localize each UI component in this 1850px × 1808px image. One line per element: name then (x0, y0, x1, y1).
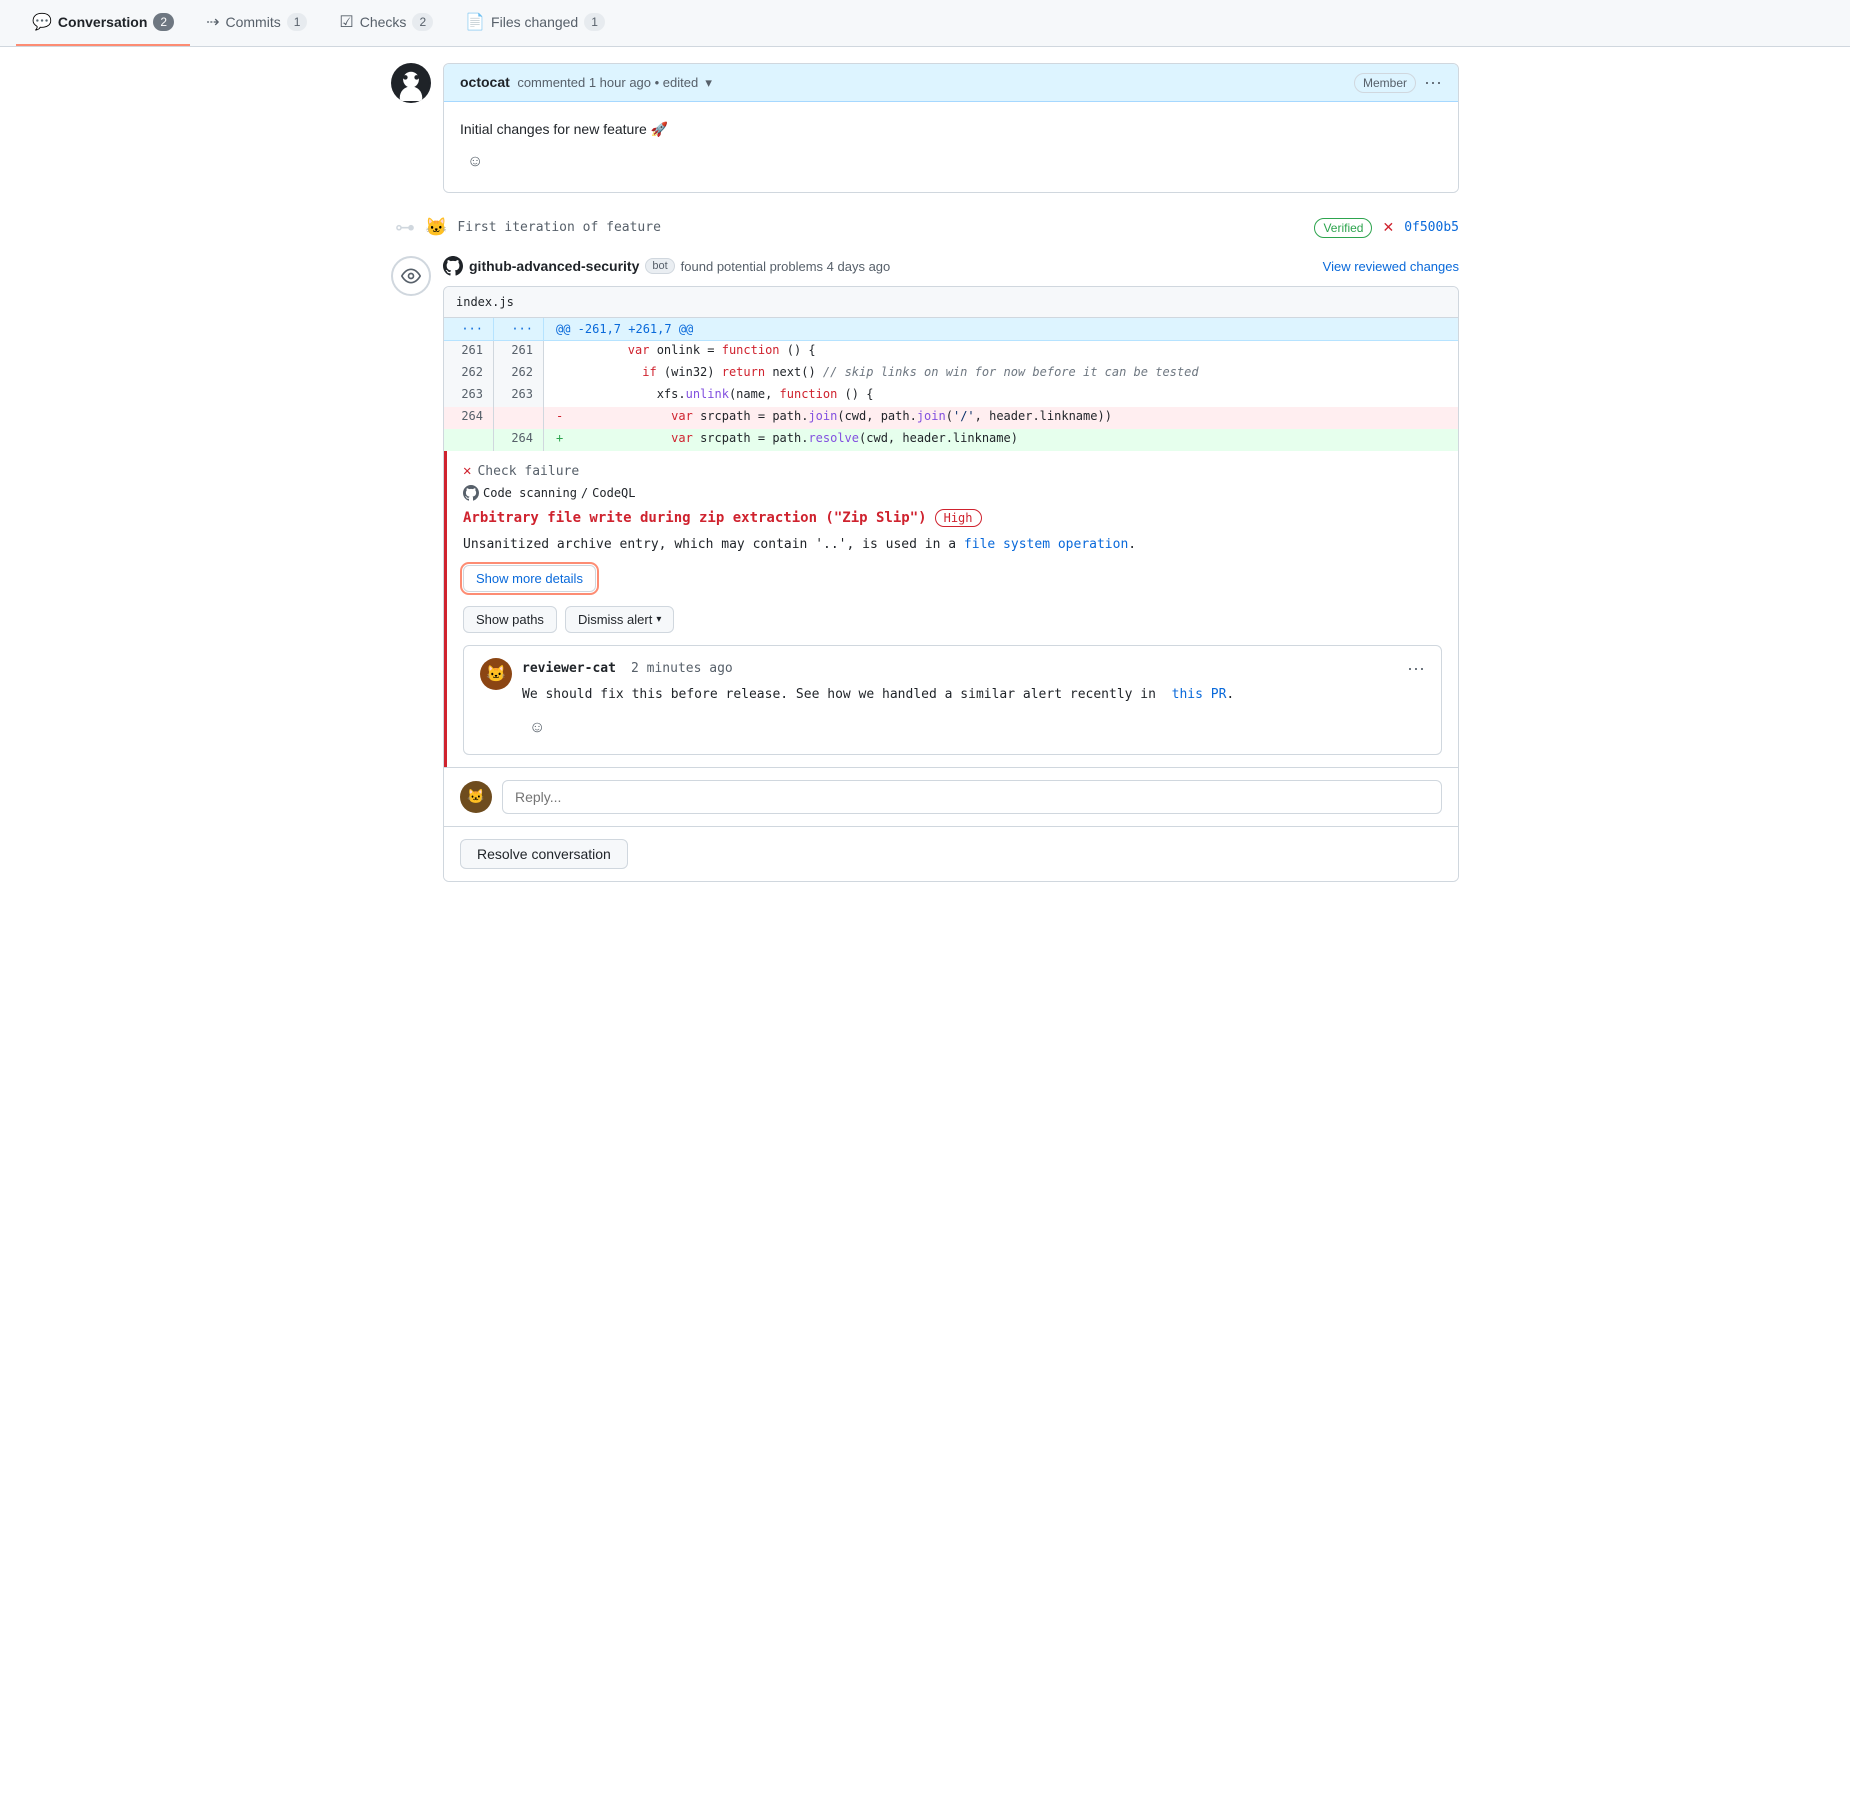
alert-desc-text: Unsanitized archive entry, which may con… (463, 537, 956, 552)
emoji-reaction-button[interactable]: ☺ (460, 148, 490, 176)
resolve-wrapper: Resolve conversation (444, 826, 1458, 881)
comment-1-more-button[interactable]: ··· (1424, 72, 1442, 93)
timeline: octocat commented 1 hour ago • edited ▾ … (391, 63, 1459, 898)
tab-checks-label: Checks (360, 14, 407, 30)
reviewer-time: 2 minutes ago (623, 661, 733, 676)
bot-meta: github-advanced-security bot found poten… (443, 256, 1317, 276)
alert-title-text: Arbitrary file write during zip extracti… (463, 510, 927, 526)
diff-hunk-ln2: ··· (494, 318, 544, 340)
resolve-conversation-button[interactable]: Resolve conversation (460, 839, 628, 869)
comment-1-actions: Member ··· (1354, 72, 1442, 93)
tab-conversation-badge: 2 (153, 13, 174, 31)
reviewer-name: reviewer-cat (522, 661, 616, 676)
diff-hunk-ln1: ··· (444, 318, 494, 340)
check-failure-x-icon: ✕ (463, 463, 471, 479)
dismiss-alert-button[interactable]: Dismiss alert ▾ (565, 606, 674, 633)
bot-header: github-advanced-security bot found poten… (443, 256, 1459, 276)
code-scanning-sub: CodeQL (592, 486, 635, 500)
github-logo-icon (443, 256, 463, 276)
comment-1-body: Initial changes for new feature 🚀 ☺ (444, 102, 1458, 192)
diff-line-261: 261 261 var onlink = function () { (444, 341, 1458, 363)
diff-hunk-header: ··· ··· @@ -261,7 +261,7 @@ (444, 318, 1458, 341)
code-scanning-label: Code scanning (483, 486, 577, 500)
diff-hunk-code: @@ -261,7 +261,7 @@ (544, 318, 705, 340)
alert-description: Unsanitized archive entry, which may con… (463, 535, 1442, 555)
files-changed-icon: 📄 (465, 12, 485, 32)
reviewer-emoji-button[interactable]: ☺ (522, 714, 552, 742)
commit-row: ⊶ 🐱 First iteration of feature Verified … (395, 209, 1459, 256)
bot-section: github-advanced-security bot found poten… (391, 256, 1459, 881)
code-scanning-icon (463, 485, 479, 501)
comment-1-author: octocat (460, 74, 510, 90)
bot-label: bot (645, 258, 674, 274)
commit-hash[interactable]: 0f500b5 (1404, 220, 1459, 235)
pr-tabs: 💬 Conversation 2 ⇢ Commits 1 ☑ Checks 2 … (0, 0, 1850, 47)
show-paths-button[interactable]: Show paths (463, 606, 557, 633)
tab-conversation-label: Conversation (58, 14, 147, 30)
conversation-icon: 💬 (32, 12, 52, 32)
severity-badge: High (935, 509, 982, 527)
code-scanning-sep: / (581, 486, 588, 500)
alert-link[interactable]: file system operation (964, 537, 1128, 552)
diff-container: index.js ··· ··· @@ -261,7 +261,7 @@ 261… (443, 286, 1459, 881)
reply-wrapper: 🐱 (444, 767, 1458, 826)
main-content: octocat commented 1 hour ago • edited ▾ … (375, 47, 1475, 914)
tab-files-changed[interactable]: 📄 Files changed 1 (449, 0, 621, 46)
comment-1-meta: octocat commented 1 hour ago • edited ▾ (460, 74, 712, 91)
diff-line-263: 263 263 xfs.unlink(name, function () { (444, 385, 1458, 407)
bot-avatar (391, 256, 431, 296)
reviewer-header: reviewer-cat 2 minutes ago ··· (522, 658, 1425, 679)
tab-conversation[interactable]: 💬 Conversation 2 (16, 0, 190, 46)
reviewer-content: reviewer-cat 2 minutes ago ··· We should… (522, 658, 1425, 742)
comment-1-time: commented 1 hour ago • edited ▾ (514, 75, 712, 90)
diff-line-264-removed: 264 - var srcpath = path.join(cwd, path.… (444, 407, 1458, 429)
reviewer-avatar: 🐱 (480, 658, 512, 690)
reply-avatar: 🐱 (460, 781, 492, 813)
code-scanning-row: Code scanning / CodeQL (463, 485, 1442, 501)
member-badge: Member (1354, 73, 1416, 93)
bot-side (391, 256, 431, 296)
bot-activity-meta: found potential problems 4 days ago (681, 259, 891, 274)
alert-title: Arbitrary file write during zip extracti… (463, 509, 1442, 527)
bot-name: github-advanced-security (469, 258, 639, 274)
tab-files-changed-badge: 1 (584, 13, 605, 31)
comment-1-text: Initial changes for new feature 🚀 (460, 118, 1442, 140)
comment-1-box: octocat commented 1 hour ago • edited ▾ … (443, 63, 1459, 193)
view-reviewed-changes-link[interactable]: View reviewed changes (1323, 259, 1459, 274)
commit-connector-icon: ⊶ (395, 215, 415, 240)
diff-line-264-added: 264 + var srcpath = path.resolve(cwd, he… (444, 429, 1458, 451)
reviewer-body: We should fix this before release. See h… (522, 685, 1425, 706)
dismiss-chevron-icon: ▾ (656, 614, 661, 625)
commit-small-avatar: 🐱 (425, 217, 447, 238)
commit-message: First iteration of feature (457, 220, 1304, 235)
dismiss-alert-label: Dismiss alert (578, 612, 652, 627)
commit-x-icon: ✕ (1382, 219, 1394, 236)
tab-commits-label: Commits (225, 14, 280, 30)
alert-block: ✕ Check failure Code scanning / CodeQL (444, 451, 1458, 766)
tab-checks[interactable]: ☑ Checks 2 (323, 0, 449, 46)
diff-line-262: 262 262 if (win32) return next() // skip… (444, 363, 1458, 385)
comment-1-header: octocat commented 1 hour ago • edited ▾ … (444, 64, 1458, 102)
reply-input[interactable] (502, 780, 1442, 814)
reviewer-more-button[interactable]: ··· (1407, 658, 1425, 679)
diff-filename: index.js (444, 287, 1458, 318)
commits-icon: ⇢ (206, 12, 219, 32)
reviewer-pr-link[interactable]: this PR (1172, 687, 1227, 702)
tab-files-changed-label: Files changed (491, 14, 578, 30)
check-failure-label: Check failure (477, 464, 579, 479)
check-failure-row: ✕ Check failure (463, 463, 1442, 479)
show-more-details-button[interactable]: Show more details (463, 565, 596, 592)
tab-checks-badge: 2 (412, 13, 433, 31)
checks-icon: ☑ (339, 12, 353, 32)
tab-commits-badge: 1 (287, 13, 308, 31)
octocat-avatar (391, 63, 431, 103)
reviewer-comment: 🐱 reviewer-cat 2 minutes ago ··· (463, 645, 1442, 755)
tab-commits[interactable]: ⇢ Commits 1 (190, 0, 323, 46)
verified-badge: Verified (1314, 218, 1372, 238)
comment-1: octocat commented 1 hour ago • edited ▾ … (391, 63, 1459, 193)
bot-content: github-advanced-security bot found poten… (443, 256, 1459, 881)
alert-actions: Show paths Dismiss alert ▾ (463, 606, 1442, 633)
